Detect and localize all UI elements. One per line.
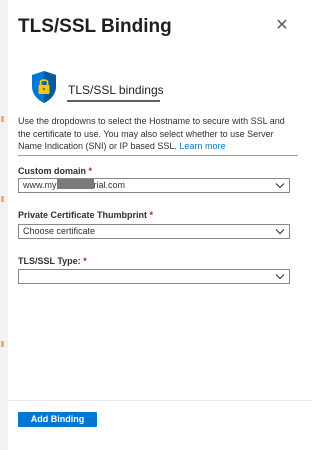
tls-type-label: TLS/SSL Type: * [18,256,87,266]
background-mark [1,196,4,202]
tls-type-label-text: TLS/SSL Type: [18,256,81,266]
panel-title: TLS/SSL Binding [18,16,172,37]
learn-more-link[interactable]: Learn more [179,141,225,151]
divider [18,155,298,156]
redaction-block [56,179,94,189]
required-marker: * [149,210,154,220]
certificate-value: Choose certificate [23,226,96,236]
tls-type-dropdown[interactable] [18,269,290,284]
custom-domain-value-suffix: rial.com [93,180,126,190]
required-marker: * [83,256,87,266]
chevron-down-icon [275,183,285,189]
add-binding-button[interactable]: Add Binding [18,412,97,427]
required-marker: * [88,166,93,176]
custom-domain-dropdown[interactable]: www.my rial.com [18,178,290,193]
shield-lock-icon [32,71,56,103]
tls-ssl-binding-panel: TLS/SSL Binding ✕ TLS/SSL bindings Use t… [8,0,320,450]
custom-domain-label-text: Custom domain [18,166,87,176]
chevron-down-icon [275,229,285,235]
close-icon[interactable]: ✕ [274,18,290,34]
chevron-down-icon [275,274,285,280]
certificate-label-text: Private Certificate Thumbprint [18,210,148,220]
certificate-dropdown[interactable]: Choose certificate [18,224,290,239]
tab-active-indicator [67,100,160,102]
background-mark [1,341,4,347]
description-body: Use the dropdowns to select the Hostname… [18,116,285,151]
background-mark [1,116,4,122]
description-text: Use the dropdowns to select the Hostname… [18,115,296,153]
custom-domain-value-prefix: www.my [23,180,57,190]
certificate-label: Private Certificate Thumbprint * [18,210,153,220]
footer-divider [8,400,312,401]
tab-tls-ssl-bindings[interactable]: TLS/SSL bindings [68,83,164,97]
custom-domain-label: Custom domain * [18,166,92,176]
